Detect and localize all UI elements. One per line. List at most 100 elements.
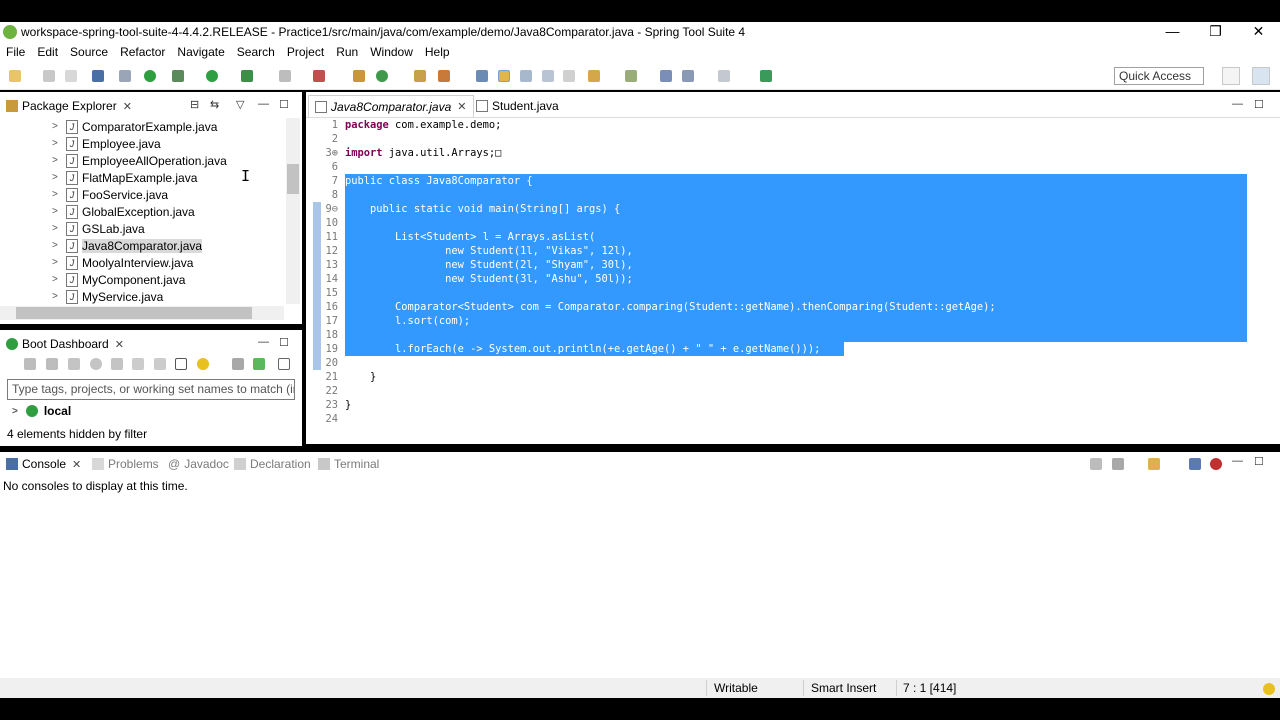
pin-console-icon[interactable] <box>1090 458 1102 470</box>
editor-hscrollbar[interactable] <box>342 430 1242 442</box>
new-java-package-icon[interactable] <box>353 70 365 82</box>
boot-edit-icon[interactable] <box>154 358 166 370</box>
menu-help[interactable]: Help <box>419 45 456 59</box>
open-type-icon[interactable] <box>414 70 426 82</box>
boot-launch-icon[interactable] <box>144 70 156 82</box>
tab-boot-dashboard[interactable]: Boot Dashboard ✕ <box>6 333 124 355</box>
boot-start-icon[interactable] <box>24 358 36 370</box>
run-icon[interactable] <box>206 70 218 82</box>
tab-declaration[interactable]: Declaration <box>234 453 311 475</box>
tree-item[interactable]: > J EmployeeAllOperation.java <box>52 152 227 169</box>
boot-debug-icon[interactable] <box>46 358 58 370</box>
new-icon[interactable] <box>9 70 21 82</box>
close-icon[interactable]: ✕ <box>123 100 132 113</box>
boot-filter-icon[interactable] <box>232 358 244 370</box>
quick-access-input[interactable]: Quick Access <box>1114 67 1204 85</box>
chevron-right-icon[interactable]: > <box>52 223 64 234</box>
tab-terminal[interactable]: Terminal <box>318 453 379 475</box>
close-icon[interactable]: ✕ <box>457 100 466 113</box>
chevron-right-icon[interactable]: > <box>52 274 64 285</box>
previous-annotation-icon[interactable] <box>625 70 637 82</box>
toggle-breadcrumb-icon[interactable] <box>476 70 488 82</box>
scroll-thumb[interactable] <box>16 307 252 319</box>
chevron-right-icon[interactable]: > <box>52 206 64 217</box>
minimize-view-icon[interactable]: — <box>1232 455 1243 467</box>
tree-item[interactable]: > J GlobalException.java <box>52 203 195 220</box>
tab-package-explorer[interactable]: Package Explorer ✕ <box>6 95 132 117</box>
collapse-all-icon[interactable]: ⊟ <box>190 98 199 111</box>
boot-filter-input[interactable]: Type tags, projects, or working set name… <box>7 379 295 400</box>
close-window-button[interactable]: ✕ <box>1237 22 1280 42</box>
tab-console[interactable]: Console ✕ <box>6 453 81 475</box>
link-with-editor-icon[interactable]: ⇆ <box>210 98 219 111</box>
last-edit-location-icon[interactable] <box>660 70 672 82</box>
menu-refactor[interactable]: Refactor <box>114 45 171 59</box>
chevron-right-icon[interactable]: > <box>52 240 64 251</box>
line-number[interactable]: 3⊕ <box>310 146 338 160</box>
tree-item[interactable]: > J ComparatorExample.java <box>52 118 217 135</box>
boot-console-icon[interactable] <box>111 358 123 370</box>
external-tools-icon[interactable] <box>313 70 325 82</box>
package-explorer-hscrollbar[interactable] <box>0 306 284 320</box>
tab-student[interactable]: Student.java <box>470 95 565 117</box>
line-number[interactable]: 9⊖ <box>310 202 338 216</box>
menu-source[interactable]: Source <box>64 45 114 59</box>
save-icon[interactable] <box>43 70 55 82</box>
boot-open-browser-icon[interactable] <box>90 358 102 370</box>
close-icon[interactable]: ✕ <box>72 458 81 471</box>
add-icon[interactable] <box>253 358 265 370</box>
view-menu-icon[interactable]: ▽ <box>236 98 244 111</box>
terminal-icon[interactable] <box>92 70 104 82</box>
next-annotation-icon[interactable] <box>588 70 600 82</box>
tab-java8comparator[interactable]: Java8Comparator.java ✕ <box>308 95 474 117</box>
tree-item[interactable]: > J GSLab.java <box>52 220 145 237</box>
mark-occurrences-icon[interactable] <box>498 70 510 82</box>
save-all-icon[interactable] <box>65 70 77 82</box>
scroll-thumb[interactable] <box>287 164 299 194</box>
show-whitespace-icon[interactable] <box>563 70 575 82</box>
chevron-right-icon[interactable]: > <box>12 406 18 417</box>
block-selection-icon[interactable] <box>520 70 532 82</box>
debug-icon[interactable] <box>172 70 184 82</box>
chevron-right-icon[interactable]: > <box>52 138 64 149</box>
restore-button[interactable]: ❐ <box>1194 22 1237 42</box>
maximize-view-icon[interactable]: ☐ <box>279 98 289 111</box>
boot-properties-icon[interactable] <box>175 358 187 370</box>
pin-editor-icon[interactable] <box>760 70 772 82</box>
tree-item[interactable]: > J Employee.java <box>52 135 161 152</box>
maximize-view-icon[interactable]: ☐ <box>1254 455 1264 468</box>
minimize-button[interactable]: — <box>1151 22 1194 42</box>
chevron-right-icon[interactable]: > <box>52 291 64 302</box>
chevron-right-icon[interactable]: > <box>52 189 64 200</box>
menu-project[interactable]: Project <box>281 45 330 59</box>
tree-item[interactable]: > J MyService.java <box>52 288 163 304</box>
package-explorer-vscrollbar[interactable] <box>286 118 300 304</box>
back-icon[interactable] <box>682 70 694 82</box>
menu-search[interactable]: Search <box>231 45 281 59</box>
lightbulb-icon[interactable] <box>1263 683 1275 695</box>
tree-item[interactable]: > J MyComponent.java <box>52 271 185 288</box>
new-java-class-icon[interactable] <box>376 70 388 82</box>
tree-item-local[interactable]: > local <box>12 404 71 418</box>
chevron-right-icon[interactable]: > <box>52 155 64 166</box>
tree-item[interactable]: > J FooService.java <box>52 186 168 203</box>
chevron-right-icon[interactable]: > <box>52 172 64 183</box>
open-perspective-icon[interactable] <box>1222 67 1240 85</box>
boot-stop-icon[interactable] <box>68 358 80 370</box>
menu-edit[interactable]: Edit <box>31 45 64 59</box>
view-menu-icon[interactable] <box>278 358 290 370</box>
stop-icon[interactable] <box>279 70 291 82</box>
maximize-view-icon[interactable]: ☐ <box>279 336 289 349</box>
minimize-view-icon[interactable]: — <box>258 98 269 110</box>
chevron-right-icon[interactable]: > <box>52 121 64 132</box>
lightbulb-icon[interactable] <box>197 358 209 370</box>
menu-run[interactable]: Run <box>330 45 364 59</box>
minimize-view-icon[interactable]: — <box>258 336 269 348</box>
maximize-view-icon[interactable]: ☐ <box>1254 98 1264 111</box>
editor-vscrollbar[interactable] <box>1250 118 1264 430</box>
tree-item[interactable]: > J FlatMapExample.java <box>52 169 197 186</box>
word-wrap-icon[interactable] <box>542 70 554 82</box>
console-settings-icon[interactable] <box>1189 458 1201 470</box>
menu-file[interactable]: File <box>0 45 31 59</box>
tree-item[interactable]: > J MoolyaInterview.java <box>52 254 193 271</box>
